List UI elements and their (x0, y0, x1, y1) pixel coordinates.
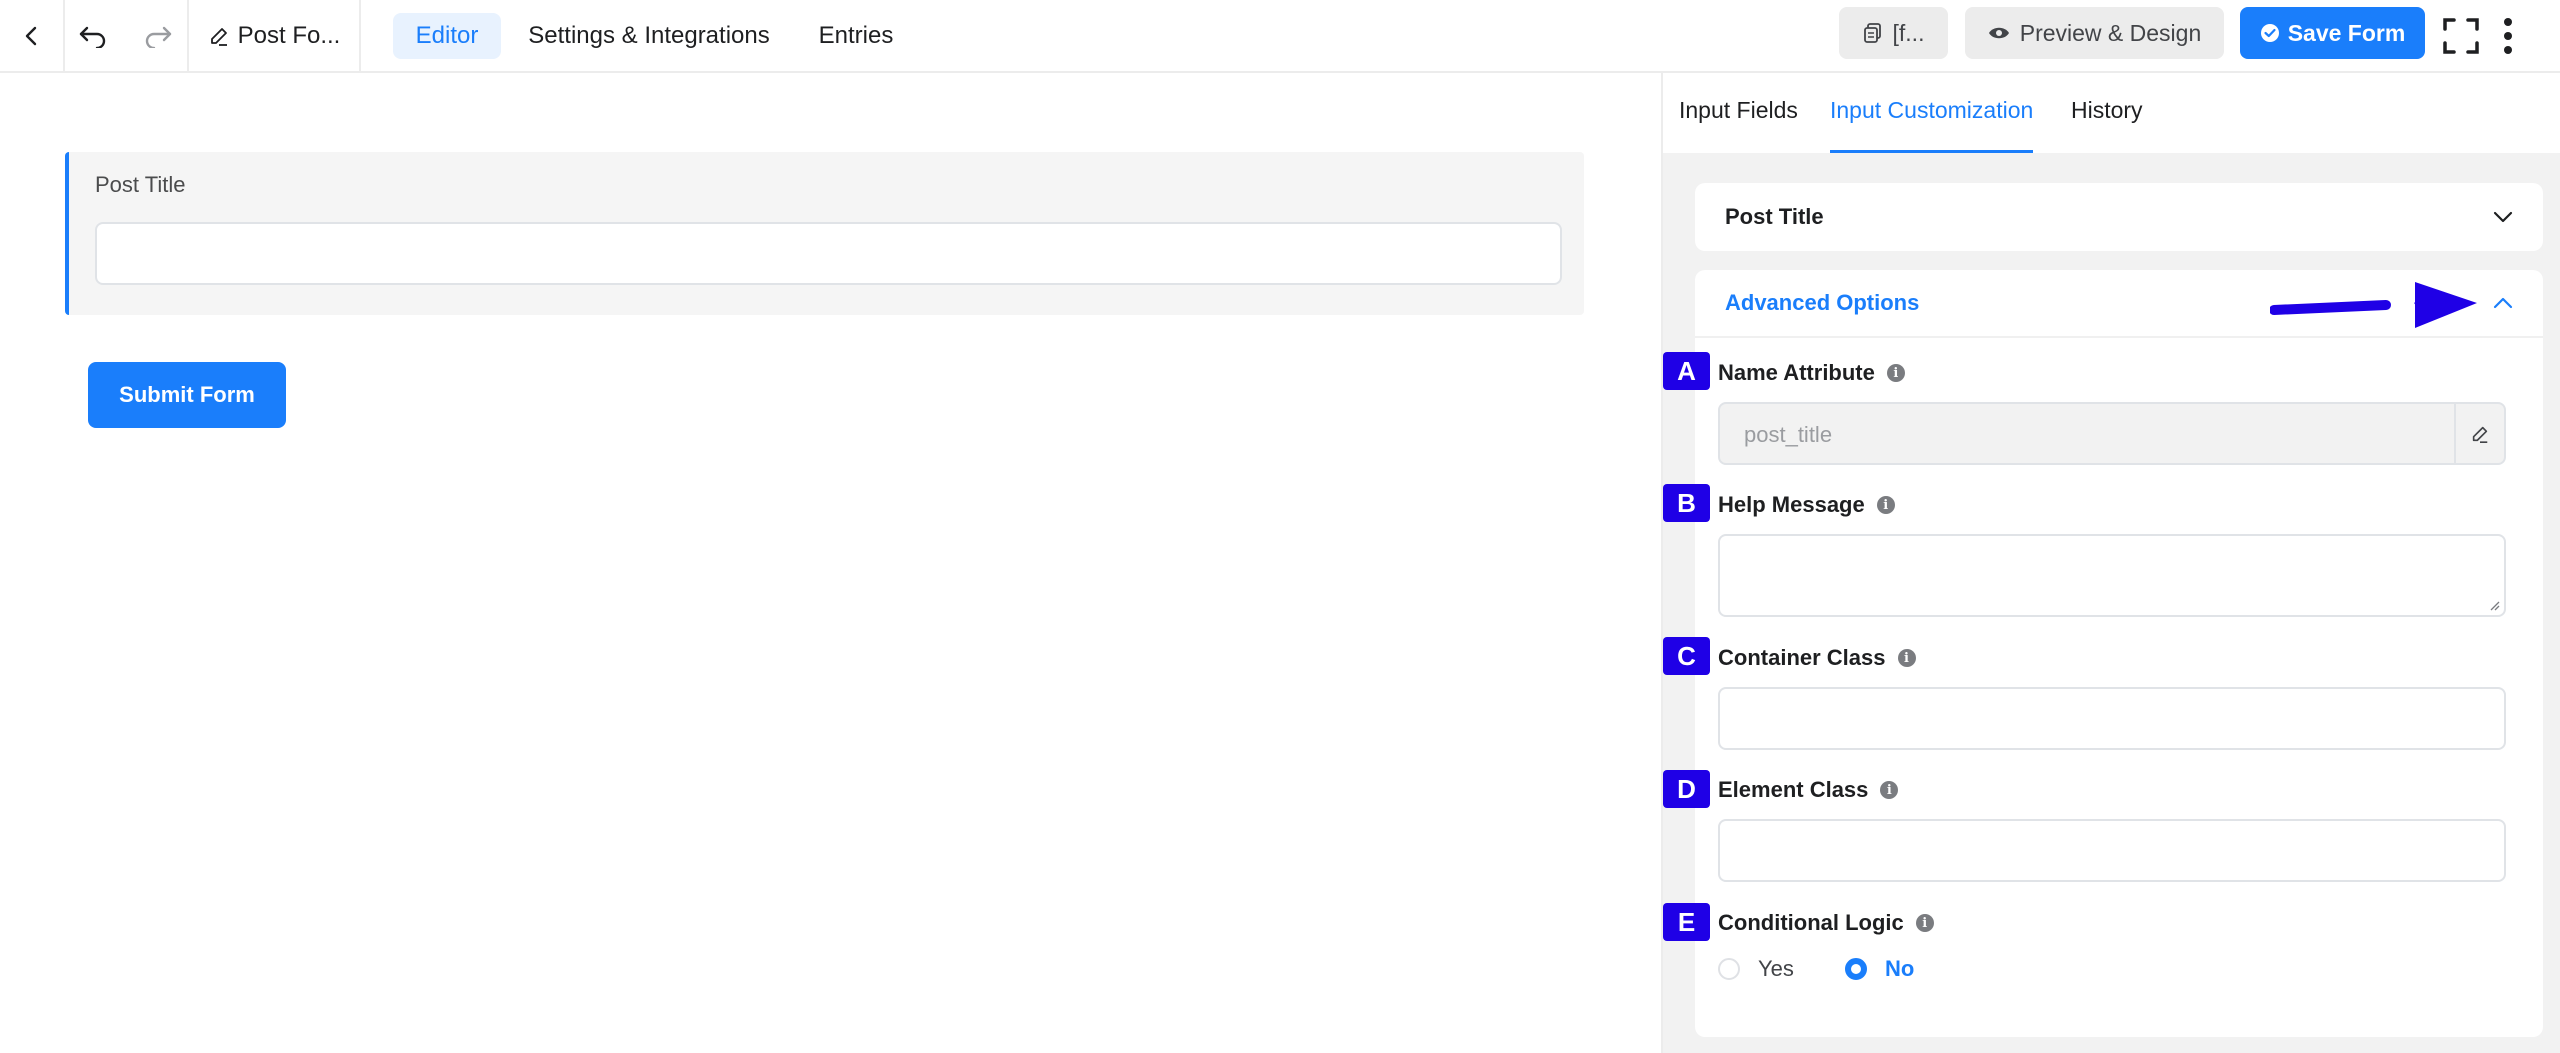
name-attribute-label: Name Attribute i (1718, 360, 1905, 386)
save-form-button[interactable]: Save Form (2240, 7, 2425, 59)
radio-yes[interactable]: Yes (1718, 956, 1794, 982)
info-icon[interactable]: i (1915, 914, 1934, 932)
shortcode-text: [f... (1892, 19, 1925, 46)
tab-history[interactable]: History (2071, 97, 2143, 153)
undo-button[interactable] (65, 0, 120, 71)
form-title-text: Post Fo... (237, 21, 341, 49)
more-vertical-icon (2504, 17, 2512, 54)
radio-no-label: No (1885, 956, 1915, 981)
preview-design-button[interactable]: Preview & Design (1965, 7, 2224, 59)
radio-no-dot[interactable] (1845, 958, 1867, 980)
info-icon[interactable]: i (1886, 364, 1905, 382)
form-title[interactable]: Post Fo... (189, 0, 359, 71)
info-icon[interactable]: i (1880, 781, 1899, 799)
tab-input-customization[interactable]: Input Customization (1830, 97, 2034, 153)
chevron-down-icon (2493, 211, 2513, 223)
top-toolbar: Post Fo... Editor Settings & Integration… (0, 0, 2560, 73)
name-attribute-text: Name Attribute (1718, 360, 1875, 385)
element-class-input[interactable] (1718, 819, 2506, 882)
annotation-badge-b: B (1663, 484, 1710, 522)
save-form-label: Save Form (2287, 19, 2406, 46)
post-title-section-title: Post Title (1725, 204, 1824, 229)
container-class-label: Container Class i (1718, 645, 1916, 671)
fullscreen-icon (2443, 17, 2479, 54)
annotation-badge-a: A (1663, 352, 1710, 390)
name-attribute-placeholder: post_title (1744, 422, 1833, 447)
annotation-badge-e: E (1663, 903, 1710, 941)
help-message-textarea[interactable] (1718, 534, 2506, 617)
edit-name-button[interactable] (2454, 404, 2504, 463)
help-message-label: Help Message i (1718, 492, 1895, 518)
annotation-badge-d: D (1663, 770, 1710, 808)
annotation-arrow-head (2415, 282, 2477, 328)
conditional-logic-text: Conditional Logic (1718, 910, 1904, 935)
redo-icon (145, 26, 171, 48)
tab-settings-integrations[interactable]: Settings & Integrations (512, 13, 786, 59)
back-button[interactable] (0, 0, 63, 71)
more-options-button[interactable] (2496, 0, 2520, 71)
chevron-up-icon (2493, 297, 2513, 309)
post-title-input[interactable] (95, 222, 1562, 285)
conditional-logic-label: Conditional Logic i (1718, 910, 1934, 936)
post-title-label: Post Title (95, 172, 186, 197)
annotation-badge-c: C (1663, 637, 1710, 675)
undo-icon (79, 26, 105, 48)
preview-design-label: Preview & Design (2019, 19, 2202, 46)
tab-input-fields[interactable]: Input Fields (1679, 97, 1798, 153)
post-title-section[interactable]: Post Title (1695, 183, 2543, 251)
element-class-text: Element Class (1718, 777, 1869, 802)
pencil-icon (210, 27, 227, 46)
eye-icon (1988, 27, 2009, 39)
radio-yes-dot[interactable] (1718, 958, 1740, 980)
info-icon[interactable]: i (1897, 649, 1916, 667)
advanced-options-title: Advanced Options (1725, 290, 1920, 315)
info-icon[interactable]: i (1876, 496, 1895, 514)
post-title-field-preview[interactable]: Post Title (65, 152, 1584, 315)
container-class-text: Container Class (1718, 645, 1886, 670)
element-class-label: Element Class i (1718, 777, 1899, 803)
submit-form-button[interactable]: Submit Form (88, 362, 286, 428)
name-attribute-input[interactable]: post_title (1718, 402, 2506, 465)
tab-editor[interactable]: Editor (393, 13, 501, 59)
chevron-left-icon (25, 26, 36, 45)
tab-entries[interactable]: Entries (800, 13, 912, 59)
pencil-icon (2472, 426, 2488, 443)
shortcode-button[interactable]: [f... (1839, 7, 1948, 59)
resize-handle-icon[interactable] (2488, 599, 2500, 611)
radio-no[interactable]: No (1845, 956, 1914, 982)
fullscreen-button[interactable] (2440, 0, 2482, 71)
redo-button[interactable] (130, 0, 185, 71)
container-class-input[interactable] (1718, 687, 2506, 750)
check-circle-icon (2260, 24, 2279, 42)
help-message-text: Help Message (1718, 492, 1865, 517)
radio-yes-label: Yes (1758, 956, 1794, 981)
copy-icon (1863, 23, 1881, 43)
panel-tabs: Input Fields Input Customization History (1663, 73, 2560, 153)
